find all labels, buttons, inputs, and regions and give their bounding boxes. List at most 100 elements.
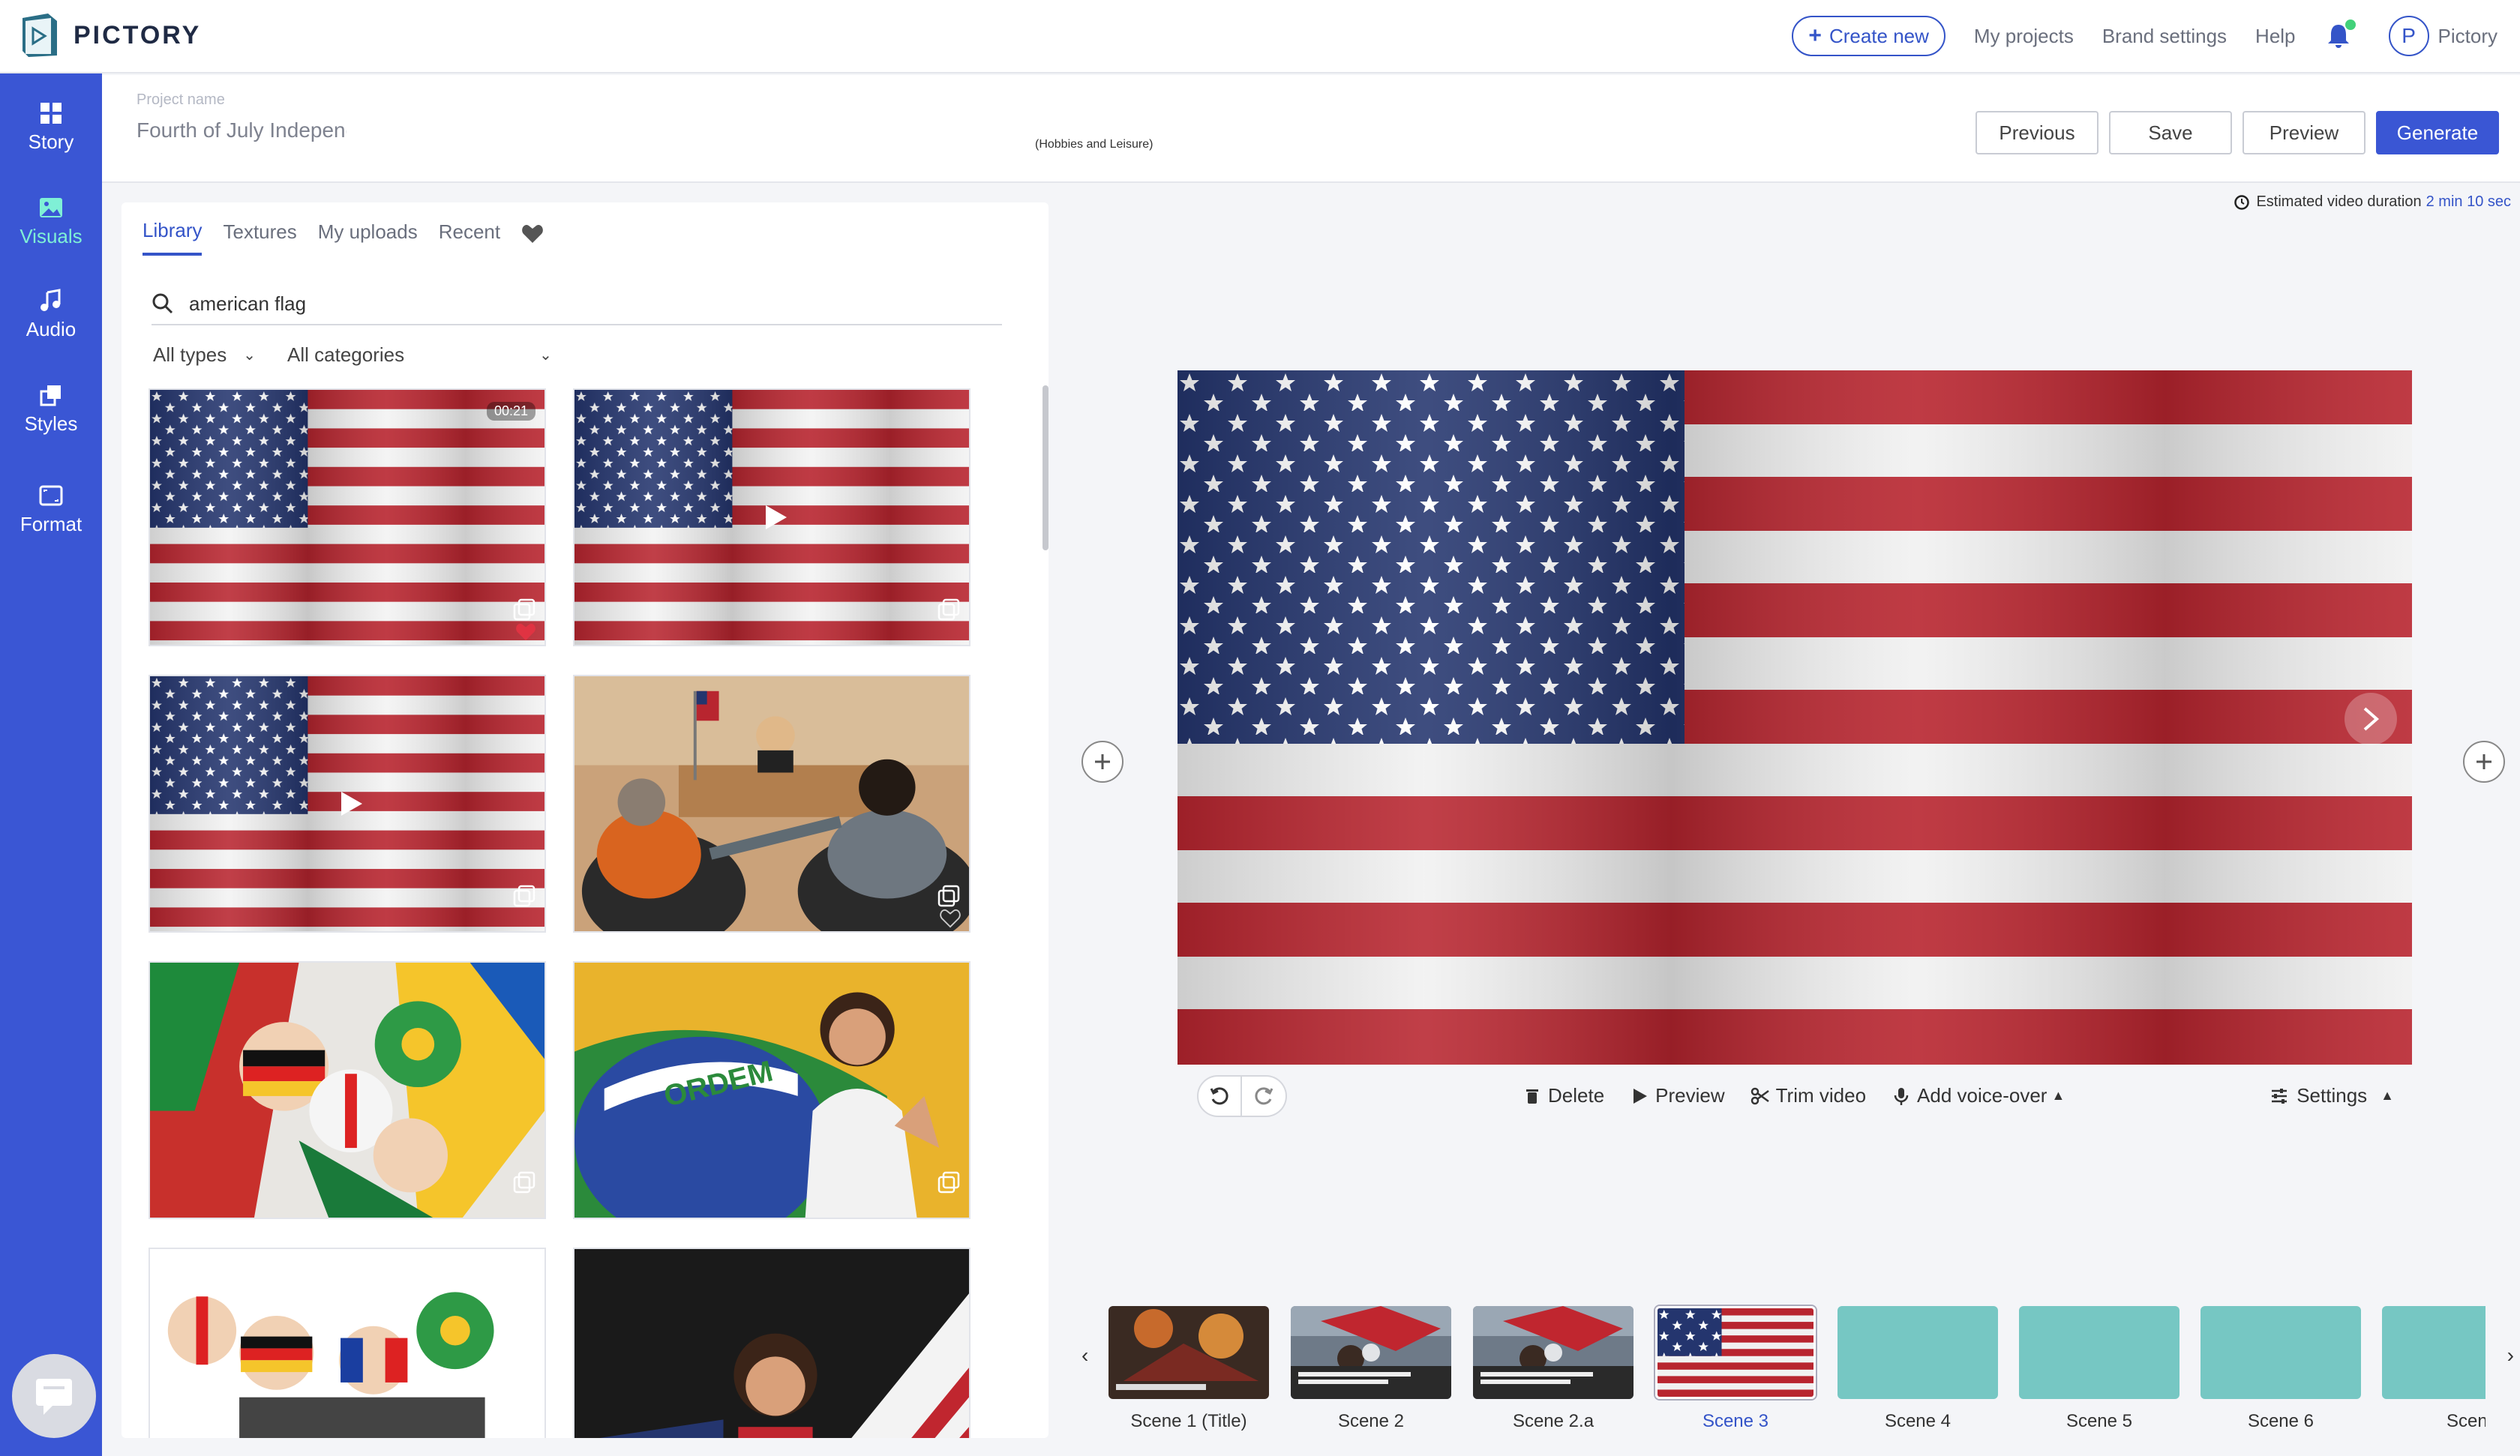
media-item-flag[interactable] xyxy=(148,675,546,933)
type-filter-dropdown[interactable]: All types ⌄ xyxy=(153,343,256,367)
sidebar-item-label: Styles xyxy=(24,412,78,435)
user-name[interactable]: Pictory xyxy=(2438,25,2498,48)
sidebar-item-label: Format xyxy=(20,513,82,535)
chat-support-button[interactable] xyxy=(12,1354,96,1438)
scene-image xyxy=(2019,1306,2180,1399)
scene-image xyxy=(2200,1306,2361,1399)
trim-video-button[interactable]: Trim video xyxy=(1750,1084,1866,1107)
scroll-left-icon[interactable]: ‹ xyxy=(1082,1344,1088,1368)
library-scrollbar[interactable] xyxy=(1042,385,1048,550)
media-item-courtroom[interactable] xyxy=(573,675,970,933)
clock-icon xyxy=(2234,194,2250,210)
notification-bell-icon[interactable] xyxy=(2326,19,2356,49)
visual-library-panel: Library Textures My uploads Recent All t… xyxy=(122,202,1048,1438)
microphone-icon xyxy=(1894,1087,1909,1105)
add-scene-after-button[interactable] xyxy=(2463,741,2505,783)
project-name-input[interactable]: Fourth of July Independence Day xyxy=(136,118,346,148)
video-preview[interactable]: 32 ⌄ xyxy=(1178,370,2412,1065)
tab-recent[interactable]: Recent xyxy=(439,220,500,254)
redo-button[interactable] xyxy=(1242,1075,1287,1117)
styles-icon xyxy=(40,385,61,406)
copy-icon[interactable] xyxy=(513,885,536,907)
next-visual-button[interactable] xyxy=(2344,693,2397,745)
scene-image xyxy=(2382,1306,2486,1399)
tab-textures[interactable]: Textures xyxy=(223,220,296,254)
scene-label: Scene 6 xyxy=(2247,1411,2314,1431)
play-icon[interactable] xyxy=(335,789,365,819)
scene-thumbnail[interactable]: Scene 3 xyxy=(1655,1306,1816,1432)
preview-button[interactable]: Preview xyxy=(2242,111,2366,154)
scene-thumbnail[interactable]: Scene 5 xyxy=(2019,1306,2180,1432)
tab-library[interactable]: Library xyxy=(142,219,202,256)
scroll-right-icon[interactable]: › xyxy=(2507,1344,2514,1368)
scene-thumbnail[interactable]: Scene 2.a xyxy=(1473,1306,1634,1432)
sidebar-item-visuals[interactable]: Visuals xyxy=(0,195,102,248)
preview-scene-button[interactable]: Preview xyxy=(1630,1084,1725,1107)
notification-dot xyxy=(2344,19,2356,30)
tab-my-uploads[interactable]: My uploads xyxy=(318,220,418,254)
undo-icon xyxy=(1210,1087,1228,1105)
scene-thumbnail[interactable]: Scene 7 xyxy=(2382,1306,2486,1432)
undo-button[interactable] xyxy=(1197,1075,1242,1117)
copy-icon[interactable] xyxy=(513,1171,536,1194)
brand-settings-link[interactable]: Brand settings xyxy=(2102,25,2227,48)
scene-label: Scene 4 xyxy=(1884,1411,1952,1431)
redo-icon xyxy=(1255,1087,1274,1105)
scene-thumbnail[interactable]: Scene 1 (Title) xyxy=(1108,1306,1269,1432)
project-category: (Hobbies and Leisure) xyxy=(1035,138,1154,151)
generate-button[interactable]: Generate xyxy=(2376,111,2499,154)
sidebar-item-styles[interactable]: Styles xyxy=(0,382,102,436)
favorites-heart-icon[interactable] xyxy=(521,223,544,244)
scene-thumbnail[interactable]: Scene 2 xyxy=(1291,1306,1451,1432)
media-item-flag[interactable]: 00:21 xyxy=(148,388,546,646)
scene-controls: Delete Preview Trim video Add voice-over… xyxy=(1178,1065,2412,1126)
scene-label: Scene 5 xyxy=(2066,1411,2133,1431)
delete-scene-button[interactable]: Delete xyxy=(1522,1084,1604,1107)
preview-area: Estimated video duration 2 min 10 sec 32… xyxy=(1070,184,2520,1456)
estimated-duration-value: 2 min 10 sec xyxy=(2426,193,2511,210)
add-scene-before-button[interactable] xyxy=(1082,741,1124,783)
copy-icon[interactable] xyxy=(513,598,536,621)
heart-outline-icon[interactable] xyxy=(939,909,962,928)
media-item-flag[interactable] xyxy=(573,388,970,646)
heart-filled-icon[interactable] xyxy=(514,622,537,642)
copy-icon[interactable] xyxy=(938,1171,960,1194)
scene-thumbnail[interactable]: Scene 6 xyxy=(2200,1306,2361,1432)
my-projects-link[interactable]: My projects xyxy=(1974,25,2074,48)
create-new-button[interactable]: + Create new xyxy=(1792,16,1946,56)
sidebar-item-audio[interactable]: Audio xyxy=(0,288,102,341)
search-input[interactable] xyxy=(189,292,864,316)
sidebar-item-format[interactable]: Format xyxy=(0,483,102,536)
settings-button[interactable]: Settings ▲ xyxy=(2270,1084,2394,1107)
avatar[interactable]: P xyxy=(2388,16,2429,56)
category-filter-dropdown[interactable]: All categories ⌄ xyxy=(287,343,552,367)
sidebar-item-story[interactable]: Story xyxy=(0,100,102,154)
scene-label: Scene 7 xyxy=(2446,1411,2486,1431)
delete-label: Delete xyxy=(1548,1084,1605,1107)
previous-button[interactable]: Previous xyxy=(1976,111,2098,154)
scene-image xyxy=(1291,1306,1451,1399)
logo[interactable]: PICTORY xyxy=(18,10,201,60)
flag-image xyxy=(150,390,544,645)
fans-group-image xyxy=(150,1249,544,1438)
copy-icon[interactable] xyxy=(938,598,960,621)
media-item-flag-woman[interactable] xyxy=(573,1248,970,1438)
image-icon xyxy=(40,198,62,217)
scene-thumbnail[interactable]: Scene 4 xyxy=(1838,1306,1998,1432)
search-bar xyxy=(152,283,1002,325)
save-button[interactable]: Save xyxy=(2109,111,2232,154)
create-new-label: Create new xyxy=(1828,24,1929,47)
help-link[interactable]: Help xyxy=(2255,25,2295,48)
chevron-down-icon: ⌄ xyxy=(243,347,256,364)
media-item-fans-facepaint[interactable] xyxy=(148,961,546,1219)
media-item-brazil-fan[interactable]: ORDEM xyxy=(573,961,970,1219)
sidebar-item-label: Visuals xyxy=(20,225,82,247)
media-item-fans-group[interactable] xyxy=(148,1248,546,1438)
scissors-icon xyxy=(1750,1087,1769,1104)
sliders-icon xyxy=(2272,1088,2288,1104)
copy-icon[interactable] xyxy=(938,885,960,907)
plus-icon xyxy=(2476,754,2492,769)
estimated-duration: Estimated video duration 2 min 10 sec xyxy=(2234,193,2511,211)
add-voice-over-button[interactable]: Add voice-over ▲ xyxy=(1892,1084,2065,1107)
play-icon[interactable] xyxy=(760,502,790,532)
